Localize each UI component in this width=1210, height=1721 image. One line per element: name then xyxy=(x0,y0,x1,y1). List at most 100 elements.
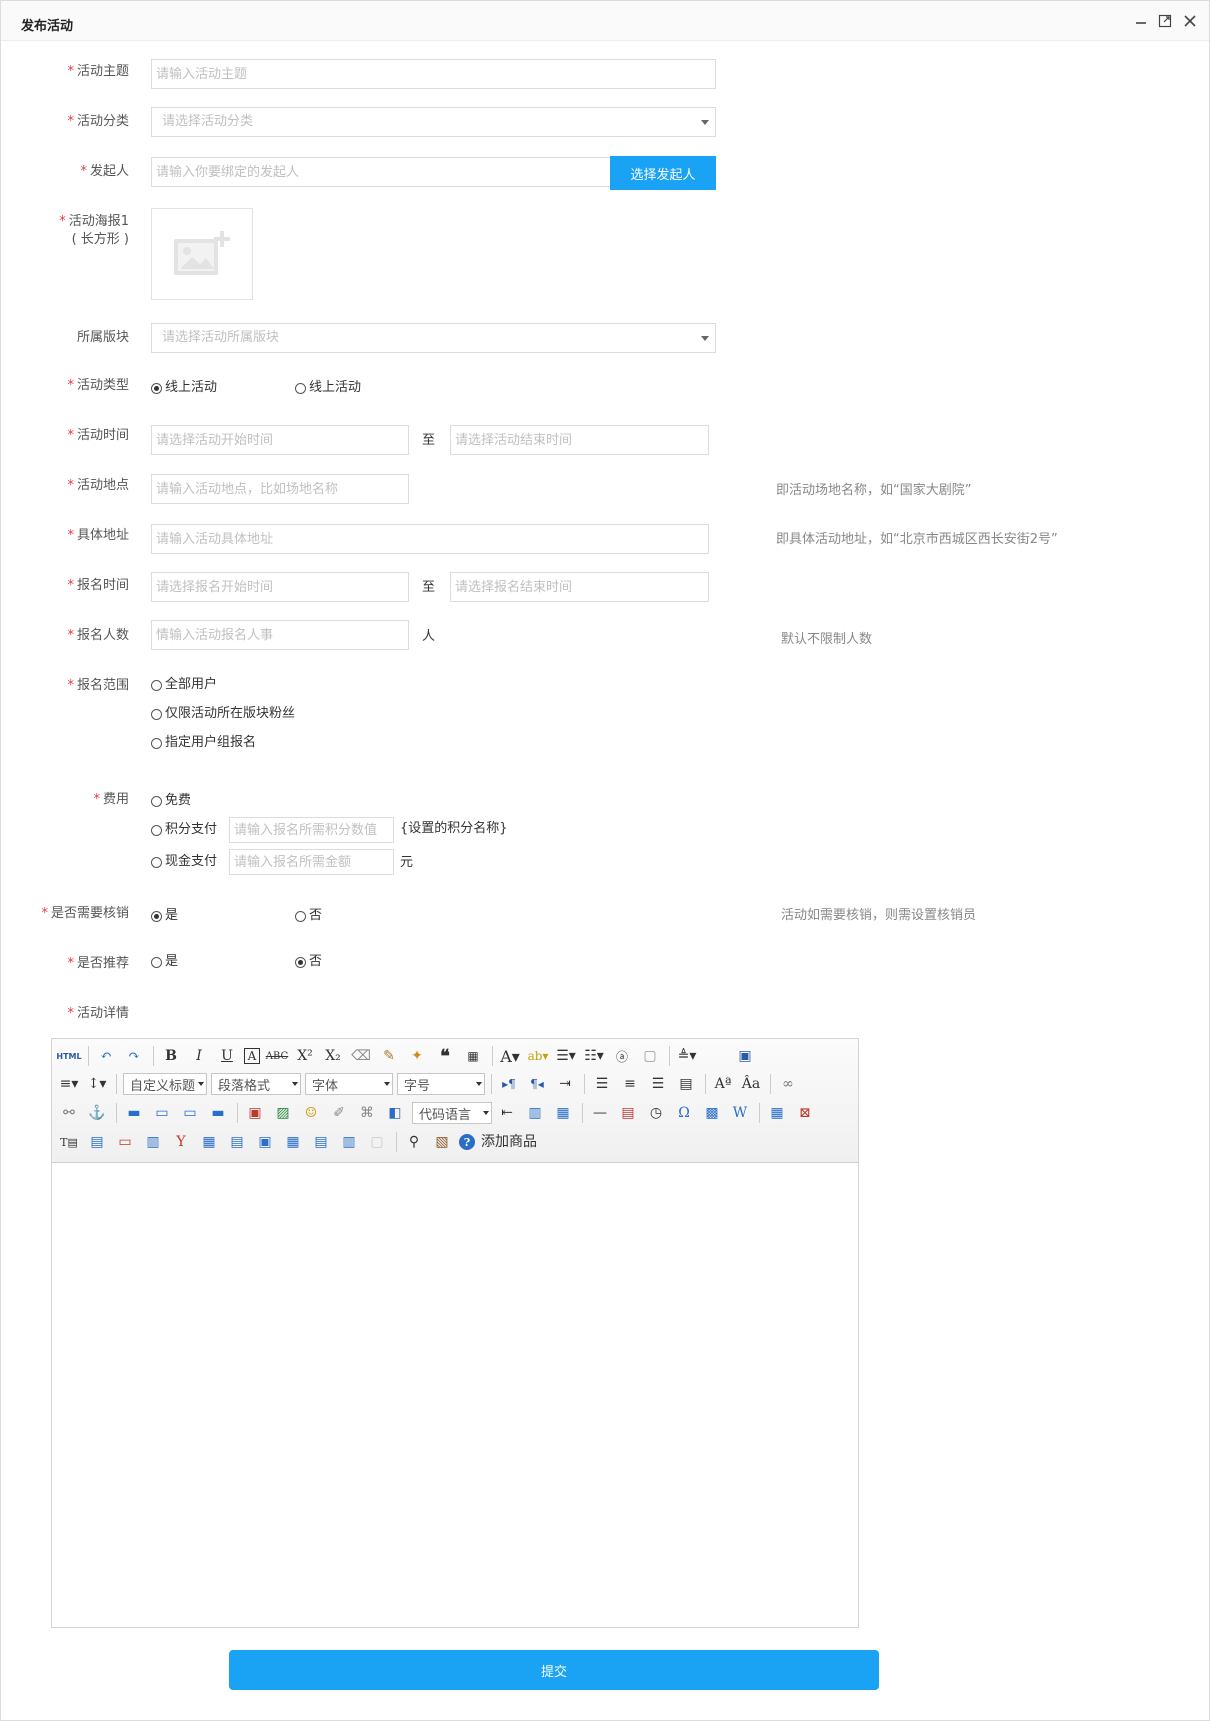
template-icon[interactable]: ▥ xyxy=(524,1102,546,1124)
delete-col-icon[interactable]: Y xyxy=(170,1131,192,1153)
unordered-list-icon[interactable]: ☷▾ xyxy=(583,1045,605,1067)
insert-paragraph-before-table-icon[interactable]: T▤ xyxy=(58,1131,80,1153)
signup-end-input[interactable] xyxy=(450,572,709,602)
verify-option-no[interactable]: 否 xyxy=(295,908,322,924)
uppercase-icon[interactable]: Aª xyxy=(712,1073,734,1095)
ordered-list-icon[interactable]: ☰▾ xyxy=(555,1045,577,1067)
delete-table-icon[interactable]: ⊠ xyxy=(794,1102,816,1124)
image-none-icon[interactable]: ▬ xyxy=(123,1102,145,1124)
clear-doc-icon[interactable]: ▢ xyxy=(639,1045,661,1067)
special-chars-icon[interactable]: Ω xyxy=(673,1102,695,1124)
image-center-icon[interactable]: ▬ xyxy=(207,1102,229,1124)
section-select[interactable]: 请选择活动所属版块 xyxy=(151,323,716,353)
horizontal-rule-icon[interactable]: — xyxy=(589,1102,611,1124)
scope-option-fans[interactable]: 仅限活动所在版块粉丝 xyxy=(151,706,295,722)
page-break-icon[interactable]: ⇤ xyxy=(496,1102,518,1124)
ltr-icon[interactable]: ▸¶ xyxy=(498,1073,520,1095)
font-border-icon[interactable]: A xyxy=(244,1048,260,1064)
link-icon[interactable]: ∞ xyxy=(777,1073,799,1095)
unlink-icon[interactable]: ⚯ xyxy=(58,1102,80,1124)
background-icon[interactable]: ▦ xyxy=(552,1102,574,1124)
simple-upload-icon[interactable]: ▣ xyxy=(244,1102,266,1124)
maximize-icon[interactable] xyxy=(1157,13,1173,29)
time-icon[interactable]: ◷ xyxy=(645,1102,667,1124)
auto-format-icon[interactable]: ✦ xyxy=(406,1045,428,1067)
row-spacing-top-icon[interactable]: ≜▾ xyxy=(676,1045,698,1067)
highlight-icon[interactable]: ab▾ xyxy=(527,1045,549,1067)
merge-cells-icon[interactable]: ▦ xyxy=(198,1131,220,1153)
superscript-icon[interactable]: X² xyxy=(294,1045,316,1067)
address-input[interactable] xyxy=(151,524,709,554)
snapscreen-icon[interactable]: ▩ xyxy=(701,1102,723,1124)
paste-plain-icon[interactable]: ▦ xyxy=(462,1045,484,1067)
subscript-icon[interactable]: X₂ xyxy=(322,1045,344,1067)
rtl-icon[interactable]: ¶◂ xyxy=(526,1073,548,1095)
fee-option-cash[interactable]: 现金支付 xyxy=(151,854,217,870)
insert-row-icon[interactable]: ▤ xyxy=(86,1131,108,1153)
paragraph-combo[interactable]: 段落格式 xyxy=(211,1073,301,1095)
theme-input[interactable] xyxy=(151,59,716,89)
signup-start-input[interactable] xyxy=(151,572,409,602)
redo-icon[interactable]: ↷ xyxy=(123,1045,145,1067)
split-rows-icon[interactable]: ▤ xyxy=(310,1131,332,1153)
emotion-icon[interactable]: ☺ xyxy=(300,1102,322,1124)
scope-option-group[interactable]: 指定用户组报名 xyxy=(151,735,256,751)
time-start-input[interactable] xyxy=(151,425,409,455)
help-icon[interactable]: ? xyxy=(459,1134,475,1150)
anchor-icon[interactable]: ⚓ xyxy=(86,1102,108,1124)
type-option-2[interactable]: 线上活动 xyxy=(295,380,361,396)
category-select[interactable]: 请选择活动分类 xyxy=(151,107,716,137)
font-combo[interactable]: 字体 xyxy=(305,1073,393,1095)
image-left-icon[interactable]: ▭ xyxy=(151,1102,173,1124)
lowercase-icon[interactable]: Âa xyxy=(740,1073,762,1095)
underline-icon[interactable]: U xyxy=(216,1045,238,1067)
fee-option-points[interactable]: 积分支付 xyxy=(151,822,217,838)
merge-down-icon[interactable]: ▣ xyxy=(254,1131,276,1153)
initiator-input[interactable] xyxy=(151,157,611,187)
fullscreen-icon[interactable]: ▣ xyxy=(734,1045,756,1067)
draft-icon[interactable]: ▧ xyxy=(431,1131,453,1153)
italic-icon[interactable]: I xyxy=(188,1045,210,1067)
location-input[interactable] xyxy=(151,474,409,504)
align-right-icon[interactable]: ☰ xyxy=(647,1073,669,1095)
editor-content-area[interactable] xyxy=(52,1163,858,1627)
split-cells-icon[interactable]: ▦ xyxy=(282,1131,304,1153)
blockquote-icon[interactable]: ❝ xyxy=(434,1045,456,1067)
insert-col-icon[interactable]: ▥ xyxy=(142,1131,164,1153)
merge-right-icon[interactable]: ▤ xyxy=(226,1131,248,1153)
scope-option-all[interactable]: 全部用户 xyxy=(151,677,217,693)
scrawl-icon[interactable]: ✐ xyxy=(328,1102,350,1124)
submit-button[interactable]: 提交 xyxy=(229,1650,879,1690)
recommend-option-no[interactable]: 否 xyxy=(295,954,322,970)
recommend-option-yes[interactable]: 是 xyxy=(151,954,178,970)
align-left-icon[interactable]: ☰ xyxy=(591,1073,613,1095)
minimize-icon[interactable] xyxy=(1133,13,1149,29)
font-color-icon[interactable]: A▾ xyxy=(499,1045,521,1067)
delete-row-icon[interactable]: ▭ xyxy=(114,1131,136,1153)
verify-option-yes[interactable]: 是 xyxy=(151,908,178,924)
search-replace-icon[interactable]: ⚲ xyxy=(403,1131,425,1153)
font-size-combo[interactable]: 字号 xyxy=(397,1073,485,1095)
type-option-1[interactable]: 线上活动 xyxy=(151,380,217,396)
html-source-icon[interactable]: HTML xyxy=(56,1045,81,1067)
align-justify-icon[interactable]: ▤ xyxy=(675,1073,697,1095)
bold-icon[interactable]: B xyxy=(160,1045,182,1067)
close-icon[interactable] xyxy=(1182,13,1198,29)
map-icon[interactable]: ◧ xyxy=(384,1102,406,1124)
add-product-button[interactable]: 添加商品 xyxy=(481,1134,537,1150)
eraser-icon[interactable]: ⌫ xyxy=(350,1045,372,1067)
image-right-icon[interactable]: ▭ xyxy=(179,1102,201,1124)
word-image-icon[interactable]: W xyxy=(729,1102,751,1124)
insert-table-icon[interactable]: ▦ xyxy=(766,1102,788,1124)
strikethrough-icon[interactable]: ABC xyxy=(266,1045,288,1067)
points-input[interactable] xyxy=(229,817,394,843)
indent-icon[interactable]: ⇥ xyxy=(554,1073,576,1095)
format-brush-icon[interactable]: ✎ xyxy=(378,1045,400,1067)
attachment-icon[interactable]: ⌘ xyxy=(356,1102,378,1124)
time-end-input[interactable] xyxy=(450,425,709,455)
signup-count-input[interactable] xyxy=(151,620,409,650)
align-center-icon[interactable]: ≡ xyxy=(619,1073,641,1095)
date-icon[interactable]: ▤ xyxy=(617,1102,639,1124)
heading-combo[interactable]: 自定义标题 xyxy=(123,1073,207,1095)
fee-option-free[interactable]: 免费 xyxy=(151,793,191,809)
